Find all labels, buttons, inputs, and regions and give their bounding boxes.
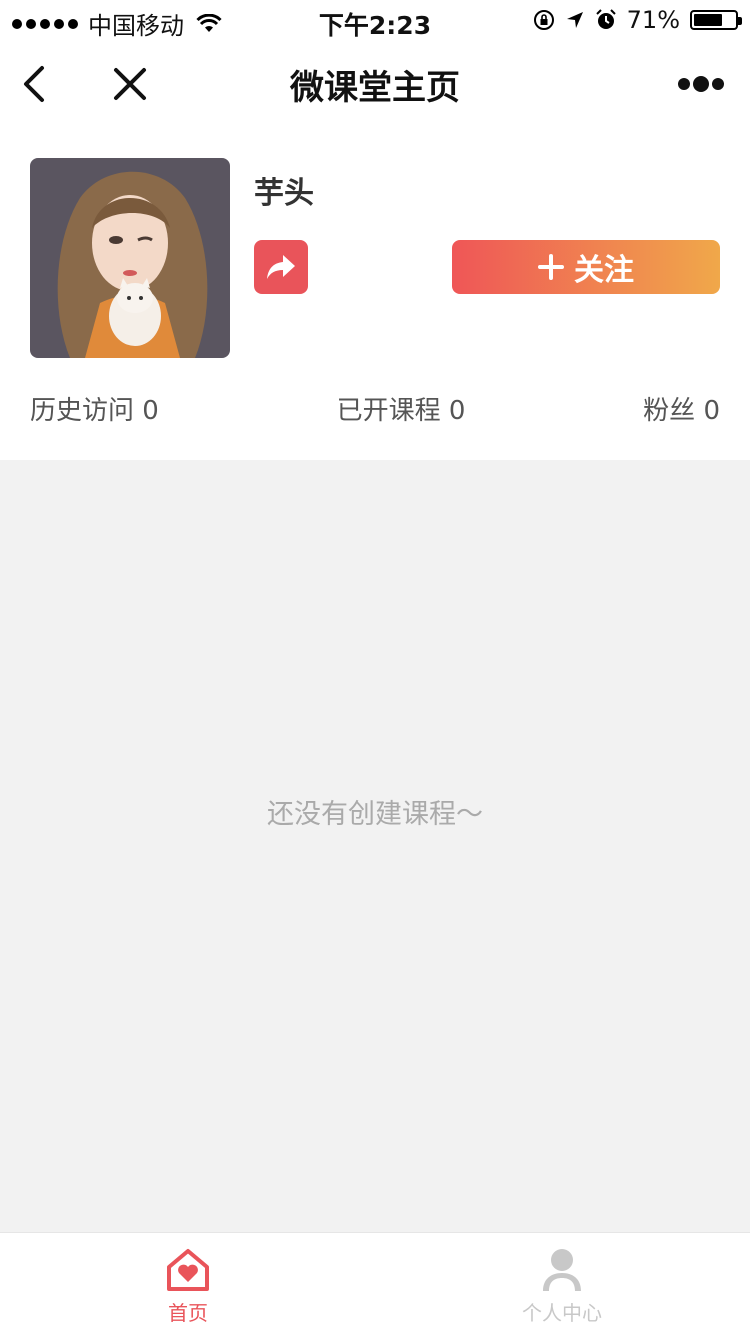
navigation-bar: 微课堂主页 — [0, 40, 750, 128]
orientation-lock-icon — [533, 10, 554, 30]
stat-label: 粉丝 — [643, 396, 696, 426]
stat-value: 0 — [703, 396, 720, 426]
person-icon — [543, 1249, 581, 1291]
stat-value: 0 — [142, 396, 159, 426]
tab-profile[interactable]: 个人中心 — [462, 1247, 662, 1326]
stat-value: 0 — [448, 396, 466, 426]
share-icon — [267, 255, 295, 279]
stat-courses: 已开课程 0 — [337, 390, 466, 430]
stat-label: 历史访问 — [30, 396, 135, 426]
share-button[interactable] — [254, 240, 308, 294]
battery-icon — [690, 10, 742, 30]
stat-fans: 粉丝 0 — [643, 390, 720, 430]
course-list-area: 还没有创建课程～ — [0, 460, 750, 1232]
battery-percent: 71% — [626, 6, 680, 34]
location-icon — [566, 12, 583, 28]
follow-label: 关注 — [574, 253, 634, 288]
alarm-icon — [595, 9, 616, 29]
stat-label: 已开课程 — [336, 396, 441, 426]
stat-history: 历史访问 0 — [30, 390, 159, 430]
avatar[interactable] — [30, 158, 230, 358]
stats-row: 历史访问 0 已开课程 0 粉丝 0 — [30, 390, 720, 430]
more-icon[interactable] — [676, 72, 726, 96]
tab-home[interactable]: 首页 — [88, 1247, 288, 1326]
tab-profile-label: 个人中心 — [522, 1301, 602, 1325]
profile-card: 芋头 关注 历史访问 0 已开课程 0 粉丝 0 — [0, 128, 750, 460]
battery-fill — [694, 14, 723, 26]
tab-bar: 首页 个人中心 — [0, 1232, 750, 1335]
page-title: 微课堂主页 — [290, 68, 460, 108]
user-name: 芋头 — [254, 176, 314, 211]
follow-button[interactable]: 关注 — [452, 240, 720, 294]
empty-state-text: 还没有创建课程～ — [267, 799, 483, 830]
status-bar: 中国移动 下午2:23 71% — [0, 0, 750, 40]
home-heart-icon — [167, 1249, 209, 1291]
tab-home-label: 首页 — [168, 1301, 208, 1325]
status-right: 71% — [533, 6, 742, 34]
plus-icon — [538, 254, 564, 280]
